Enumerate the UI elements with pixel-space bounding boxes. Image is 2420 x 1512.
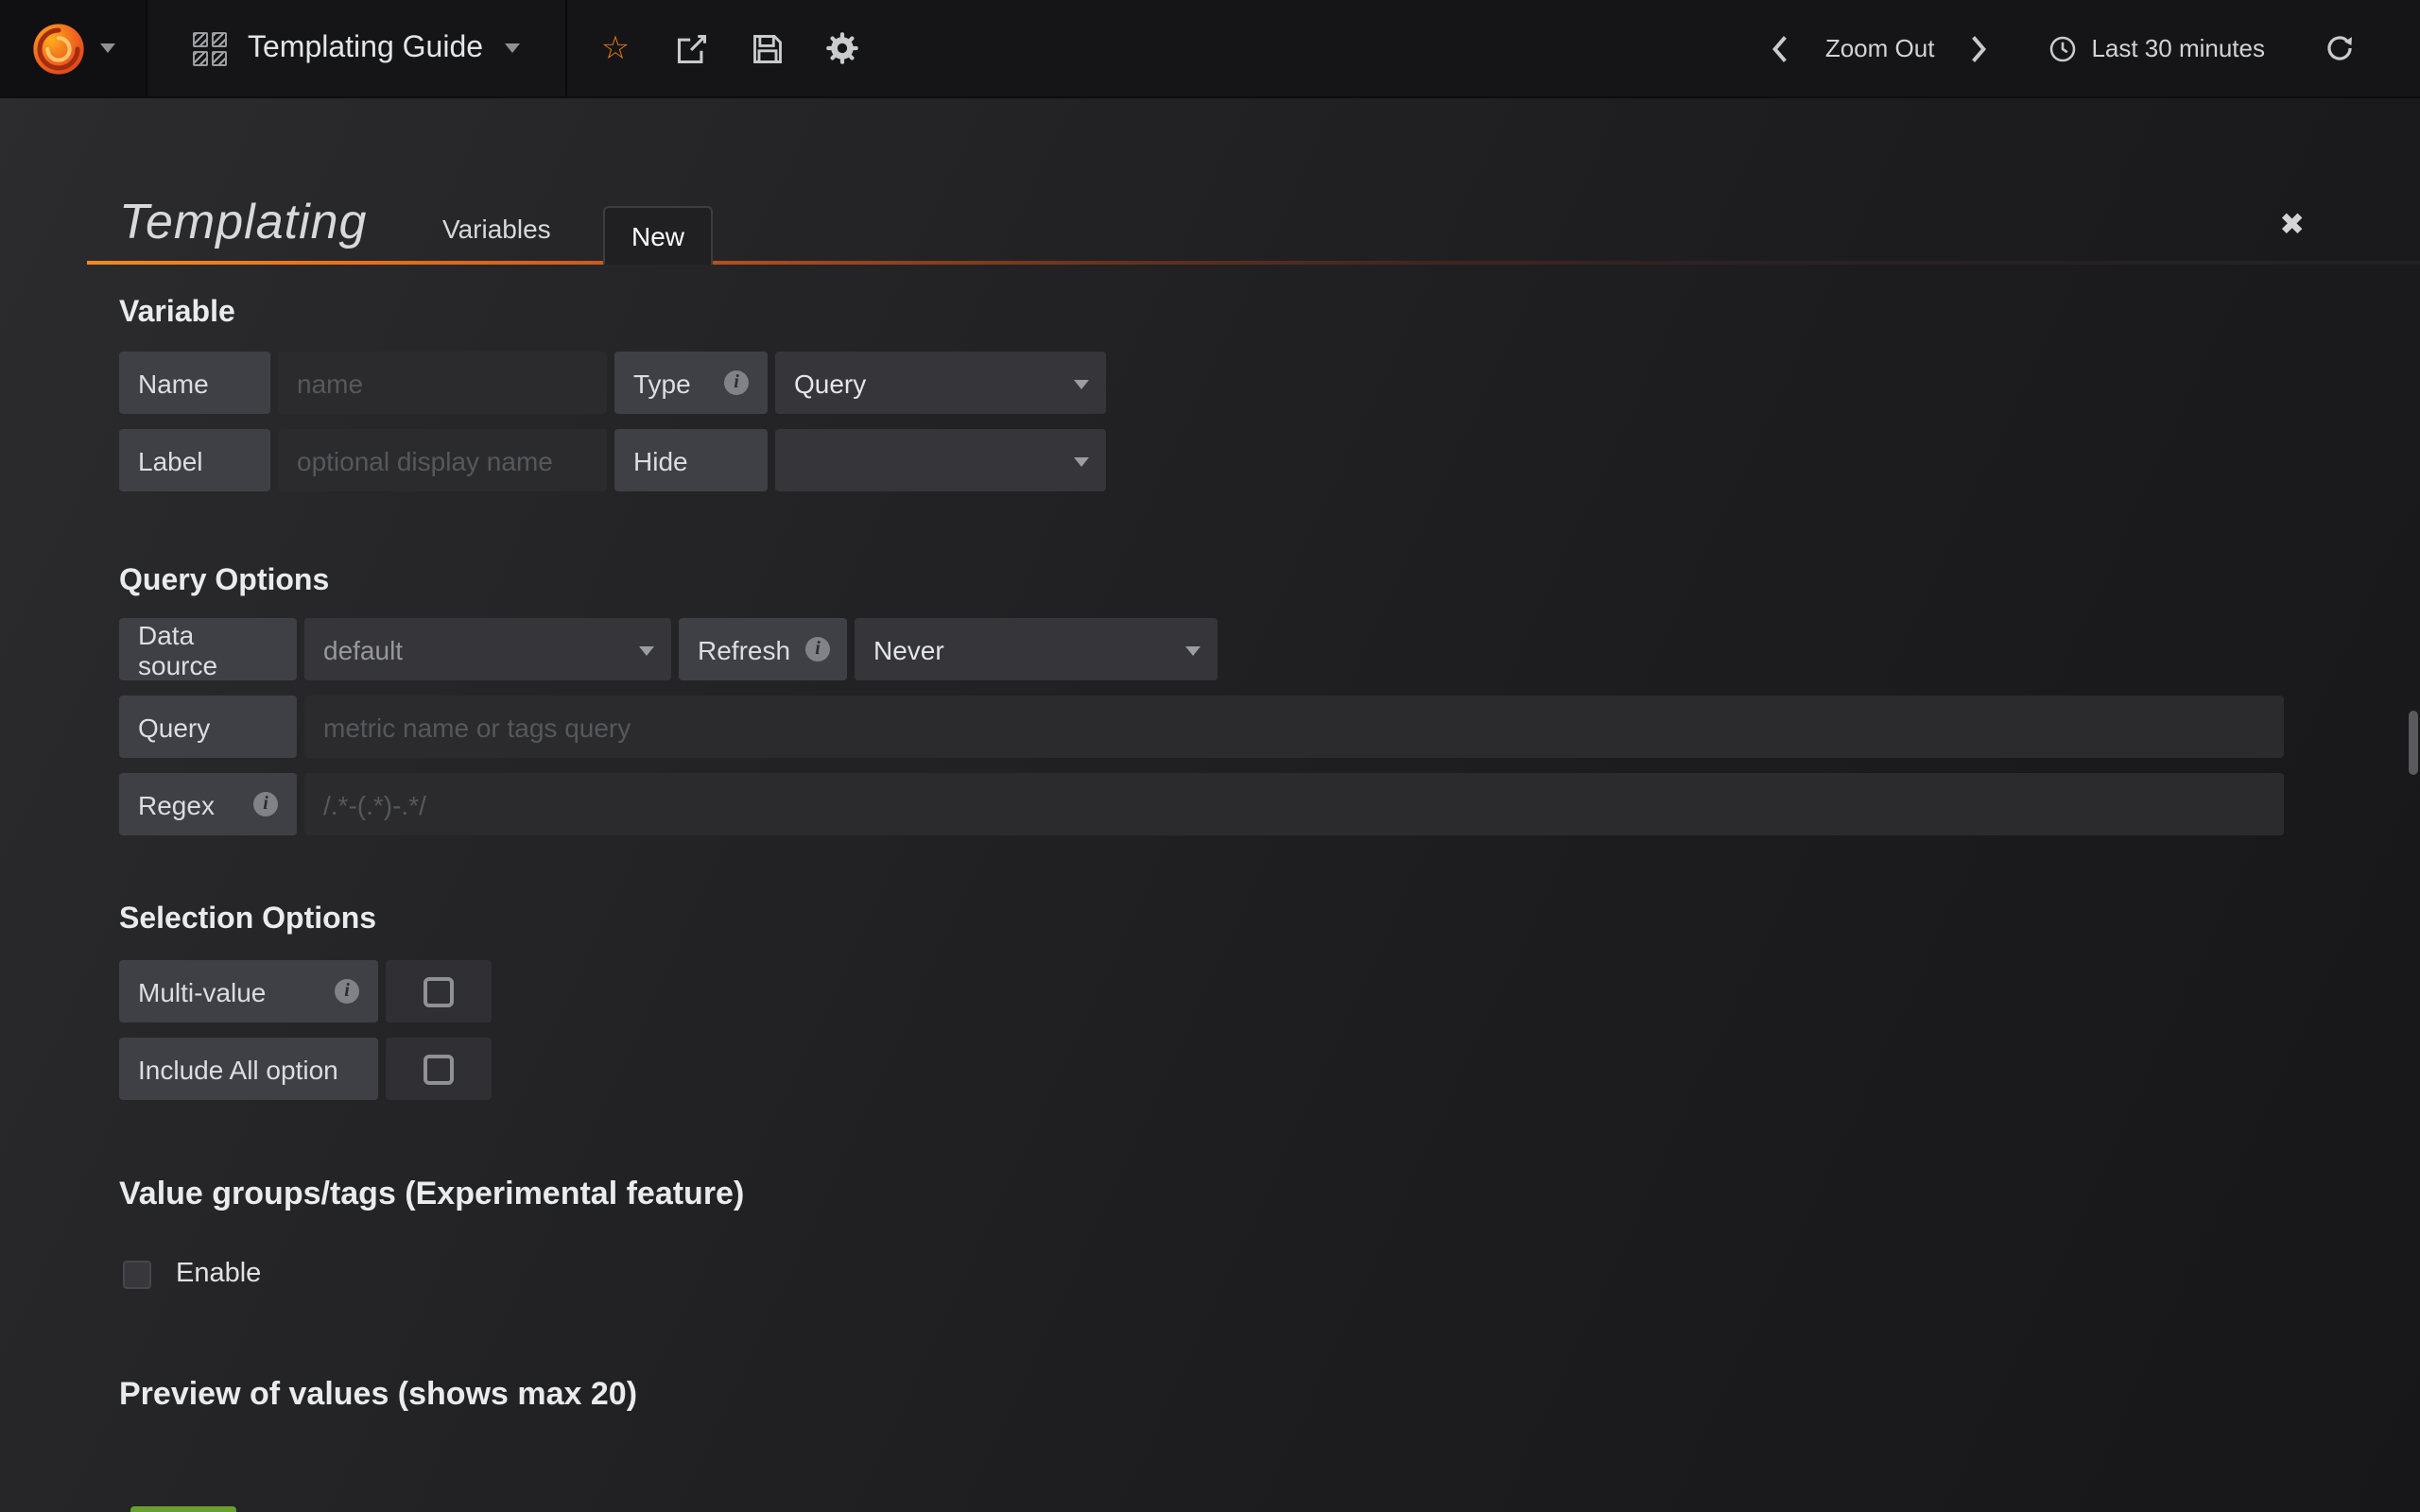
grafana-logo-menu[interactable] [0,0,147,96]
zoom-out-button[interactable]: Zoom Out [1825,34,1935,62]
refresh-icon [2324,32,2356,64]
chevron-down-icon [100,43,115,53]
multi-value-label: Multi-value i [119,960,378,1022]
info-icon[interactable]: i [335,979,359,1004]
regex-row: Regex i [119,773,2301,835]
include-all-checkbox[interactable] [424,1054,454,1084]
label-input[interactable] [278,429,607,491]
chevron-left-icon [1771,31,1791,65]
tab-variables[interactable]: Variables [442,214,551,244]
datasource-row: Data source default Refresh i Never [119,618,2301,680]
type-label: Type i [614,352,768,414]
tab-new[interactable]: New [603,206,713,265]
label-label: Label [119,429,270,491]
chevron-right-icon [1968,31,1989,65]
name-label: Name [119,352,270,414]
save-icon [750,31,784,65]
type-select[interactable]: Query [775,352,1106,414]
star-icon: ☆ [601,32,631,64]
navbar-actions: ☆ [566,0,880,96]
query-label: Query [119,696,297,758]
section-heading-value-groups: Value groups/tags (Experimental feature) [119,1176,2301,1213]
name-input[interactable] [278,352,607,414]
query-input[interactable] [304,696,2284,758]
section-heading-preview: Preview of values (shows max 20) [119,1376,2301,1414]
grafana-window: Templating Guide ☆ [0,0,2420,1512]
regex-input[interactable] [304,773,2284,835]
refresh-select[interactable]: Never [855,618,1218,680]
time-range-picker[interactable]: Last 30 minutes [2048,33,2265,63]
dashboard-grid-icon [193,31,227,65]
close-icon[interactable]: ✖ [2279,212,2305,242]
query-row: Query [119,696,2301,758]
multi-value-checkbox-wrap [386,960,492,1022]
grafana-logo-icon [30,20,87,77]
star-dashboard-button[interactable]: ☆ [578,0,653,97]
templating-form: Variable Name Type i Query Label Hide Qu… [0,297,2420,1512]
chevron-down-icon [1074,456,1089,466]
templating-editor-header: Templating Variables New ✖ [0,98,2420,265]
chevron-down-icon [1074,379,1089,388]
time-shift-back-button[interactable] [1754,0,1808,97]
regex-label: Regex i [119,773,297,835]
add-button[interactable]: Add [130,1506,237,1512]
time-range-label: Last 30 minutes [2091,34,2265,62]
gear-icon [824,30,860,66]
datasource-label: Data source [119,618,297,680]
page-title: Templating [119,193,367,251]
refresh-dashboard-button[interactable] [2324,32,2356,64]
datasource-select[interactable]: default [304,618,671,680]
info-icon[interactable]: i [253,792,278,816]
section-heading-selection-options: Selection Options [119,903,2301,937]
chevron-down-icon [639,645,654,655]
dashboard-picker[interactable]: Templating Guide [147,0,566,96]
share-dashboard-button[interactable] [653,0,729,97]
header-accent-line [87,261,2420,265]
enable-label: Enable [176,1259,261,1289]
include-all-checkbox-wrap [386,1038,492,1100]
include-all-label: Include All option [119,1038,378,1100]
scrollbar-thumb[interactable] [2409,711,2418,775]
timepicker-controls: Zoom Out Last 30 minutes [1754,0,2420,96]
section-heading-variable: Variable [119,297,2301,331]
info-icon[interactable]: i [724,370,749,395]
chevron-down-icon [1185,645,1201,655]
section-heading-query-options: Query Options [119,565,2301,599]
info-icon[interactable]: i [805,637,830,662]
clock-icon [2048,33,2078,63]
variable-label-row: Label Hide [119,429,2301,491]
time-shift-forward-button[interactable] [1951,0,2006,97]
navbar: Templating Guide ☆ [0,0,2420,98]
share-icon [674,31,708,65]
dashboard-settings-button[interactable] [804,0,880,97]
enable-row: Enable [119,1259,2301,1289]
save-dashboard-button[interactable] [729,0,804,97]
hide-select[interactable] [775,429,1106,491]
include-all-row: Include All option [119,1038,2301,1100]
variable-name-row: Name Type i Query [119,352,2301,414]
multi-value-checkbox[interactable] [424,976,454,1006]
multi-value-row: Multi-value i [119,960,2301,1022]
refresh-label: Refresh i [679,618,847,680]
dashboard-title: Templating Guide [248,31,483,65]
enable-checkbox[interactable] [123,1260,151,1288]
hide-label: Hide [614,429,768,491]
chevron-down-icon [504,43,519,53]
